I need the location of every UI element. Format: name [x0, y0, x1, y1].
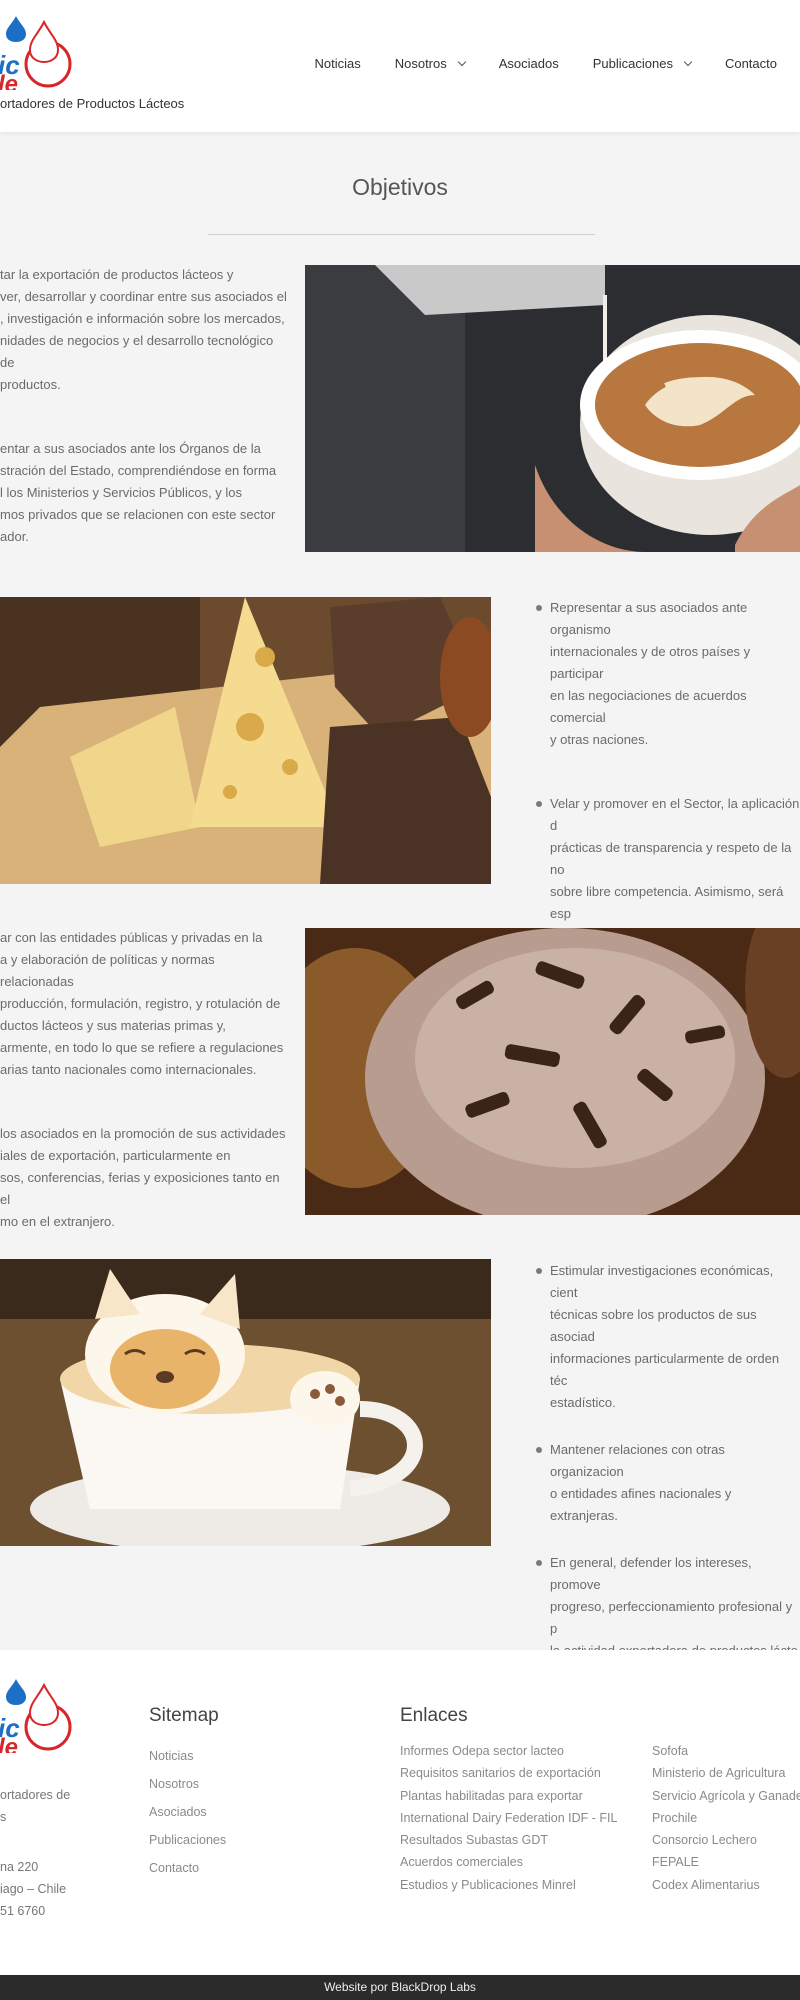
nav-asociados[interactable]: Asociados: [499, 56, 559, 71]
page-title: Objetivos: [352, 174, 448, 200]
objective-paragraph: entar a sus asociados ante los Órganos d…: [0, 441, 277, 544]
credits-bar: Website por BlackDrop Labs: [0, 1975, 800, 2000]
objective-paragraph: tar la exportación de productos lácteos …: [0, 267, 287, 392]
sitemap-link[interactable]: Contacto: [149, 1854, 226, 1882]
external-link[interactable]: Ministerio de Agricultura: [652, 1762, 800, 1784]
external-link[interactable]: Codex Alimentarius: [652, 1874, 800, 1896]
external-link[interactable]: Requisitos sanitarios de exportación: [400, 1762, 617, 1784]
credits-link[interactable]: Website por BlackDrop Labs: [324, 1980, 476, 1994]
external-link[interactable]: FEPALE: [652, 1851, 800, 1873]
external-link[interactable]: Plantas habilitadas para exportar: [400, 1785, 617, 1807]
external-link[interactable]: Acuerdos comerciales: [400, 1851, 617, 1873]
address-line: na 220: [0, 1860, 39, 1874]
latte-art-photo: [305, 265, 800, 552]
external-link[interactable]: Informes Odepa sector lacteo: [400, 1740, 617, 1762]
sitemap-list: Noticias Nosotros Asociados Publicacione…: [149, 1742, 226, 1882]
site-tagline: ortadores de Productos Lácteos: [0, 96, 185, 111]
objective-bullet: Mantener relaciones con otras organizaci…: [536, 1439, 800, 1527]
objective-paragraph: los asociados en la promoción de sus act…: [0, 1126, 286, 1229]
sitemap-link[interactable]: Noticias: [149, 1742, 226, 1770]
nav-noticias[interactable]: Noticias: [314, 56, 360, 71]
external-link[interactable]: Consorcio Lechero: [652, 1829, 800, 1851]
links-list-2: Sofofa Ministerio de Agricultura Servici…: [652, 1740, 800, 1896]
footer-about: ortadores de s: [0, 1788, 71, 1824]
sitemap-link[interactable]: Nosotros: [149, 1770, 226, 1798]
nav-label: Nosotros: [394, 56, 447, 71]
external-link[interactable]: International Dairy Federation IDF - FIL: [400, 1807, 617, 1829]
nav-label: Asociados: [498, 56, 559, 71]
svg-text:le: le: [0, 1734, 18, 1753]
sitemap-link[interactable]: Asociados: [149, 1798, 226, 1826]
objective-bullet: Estimular investigaciones económicas, ci…: [536, 1260, 800, 1414]
dog-latte-photo: [0, 1259, 491, 1546]
address-line: 51 6760: [0, 1904, 46, 1918]
sitemap-link[interactable]: Publicaciones: [149, 1826, 226, 1854]
links-list-1: Informes Odepa sector lacteo Requisitos …: [400, 1740, 617, 1896]
nav-label: Publicaciones: [592, 56, 673, 71]
svg-text:le: le: [0, 71, 18, 90]
main-nav: Noticias Nosotros Asociados Publicacione…: [280, 56, 777, 71]
external-link[interactable]: Estudios y Publicaciones Minrel: [400, 1874, 617, 1896]
external-link[interactable]: Resultados Subastas GDT: [400, 1829, 617, 1851]
site-footer: ic le ortadores de s na 220 iago – Chile…: [0, 1650, 800, 1975]
external-link[interactable]: Prochile: [652, 1807, 800, 1829]
objective-paragraph: ar con las entidades públicas y privadas…: [0, 930, 284, 1077]
site-logo[interactable]: ic le: [0, 12, 80, 90]
footer-address: na 220 iago – Chile 51 6760: [0, 1856, 66, 1922]
chocolate-cupcake-photo: [305, 928, 800, 1215]
title-divider: [208, 234, 595, 235]
links-heading: Enlaces: [400, 1705, 468, 1726]
nav-publicaciones[interactable]: Publicaciones: [592, 56, 693, 71]
nav-label: Noticias: [314, 56, 361, 71]
site-header: ic le ortadores de Productos Lácteos Not…: [0, 0, 800, 132]
cheese-bread-photo: [0, 597, 491, 884]
external-link[interactable]: Servicio Agrícola y Ganade: [652, 1785, 800, 1807]
footer-logo[interactable]: ic le: [0, 1675, 80, 1753]
nav-label: Contacto: [724, 56, 777, 71]
objective-bullet: Representar a sus asociados ante organis…: [536, 597, 800, 751]
nav-nosotros[interactable]: Nosotros: [394, 56, 466, 71]
objectives-text-1: tar la exportación de productos lácteos …: [0, 264, 290, 590]
chevron-down-icon: [457, 57, 466, 66]
objectives-text-3: ar con las entidades públicas y privadas…: [0, 927, 290, 1275]
address-line: iago – Chile: [0, 1882, 67, 1896]
sitemap-heading: Sitemap: [149, 1705, 219, 1726]
nav-contacto[interactable]: Contacto: [725, 56, 777, 71]
external-link[interactable]: Sofofa: [652, 1740, 800, 1762]
chevron-down-icon: [683, 57, 693, 66]
